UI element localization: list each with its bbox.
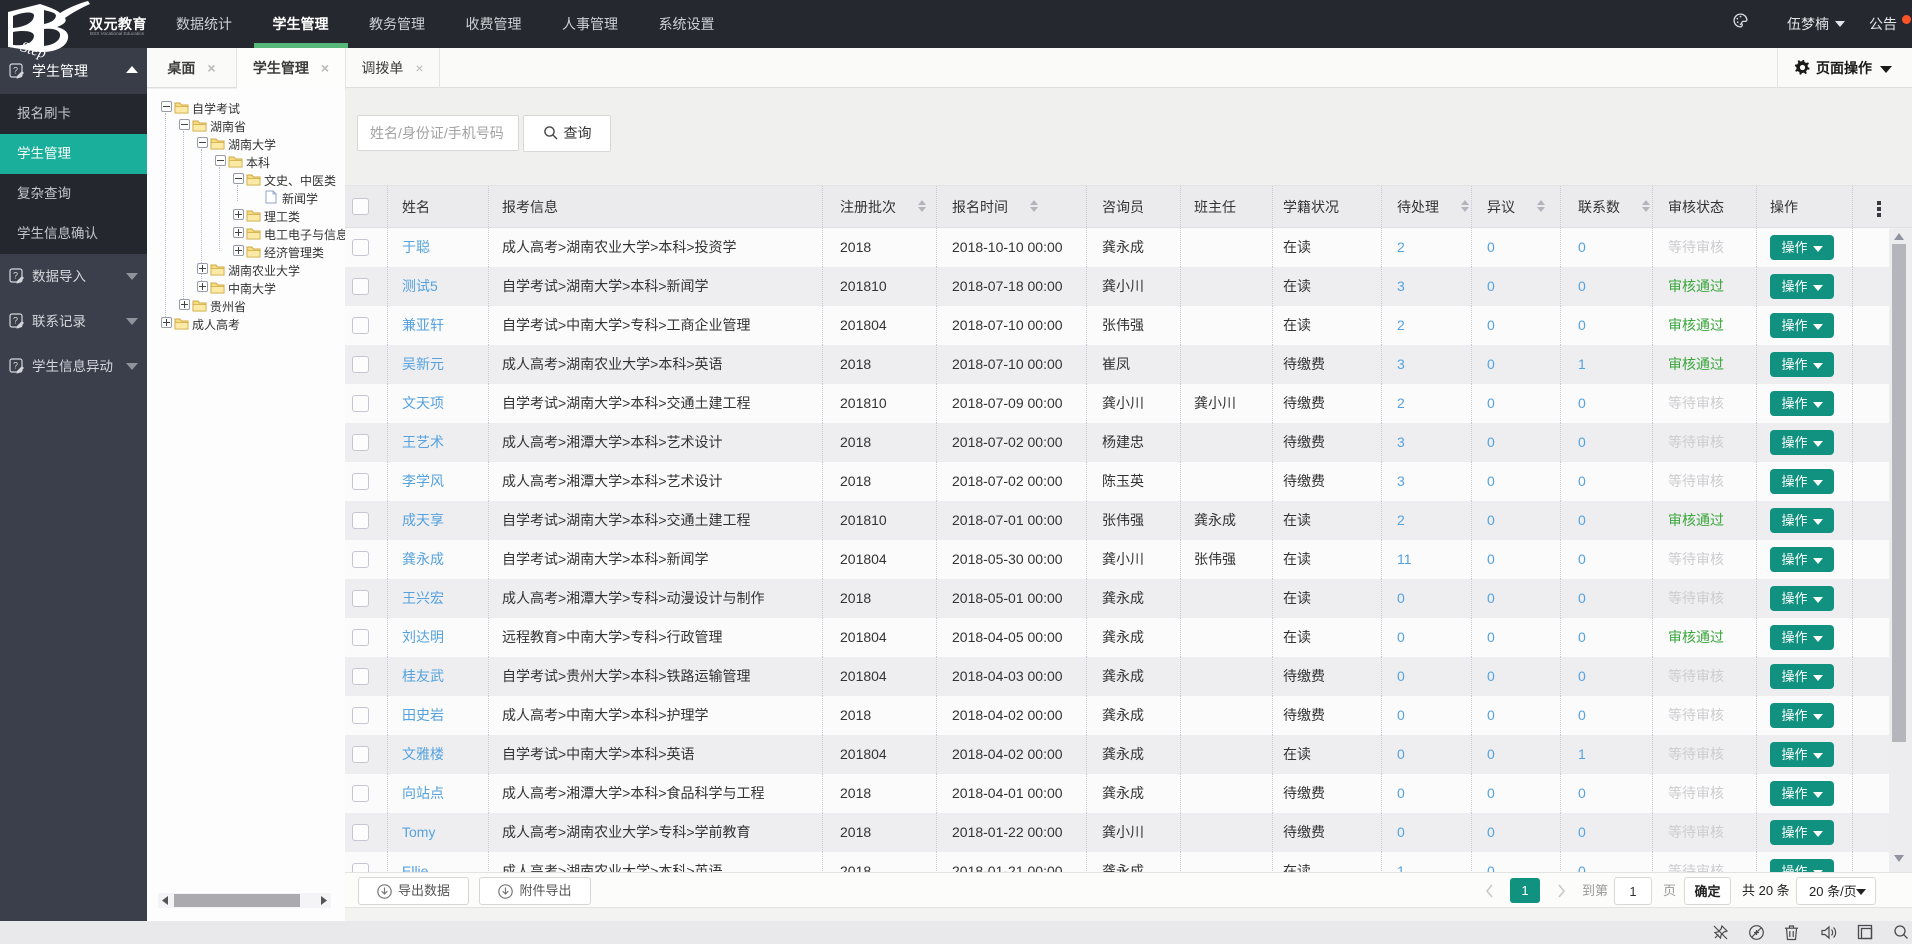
svg-text:?: ?: [13, 66, 18, 76]
svg-text:?: ?: [13, 316, 18, 326]
svg-text:?: ?: [13, 271, 18, 281]
svg-text:?: ?: [13, 361, 18, 371]
